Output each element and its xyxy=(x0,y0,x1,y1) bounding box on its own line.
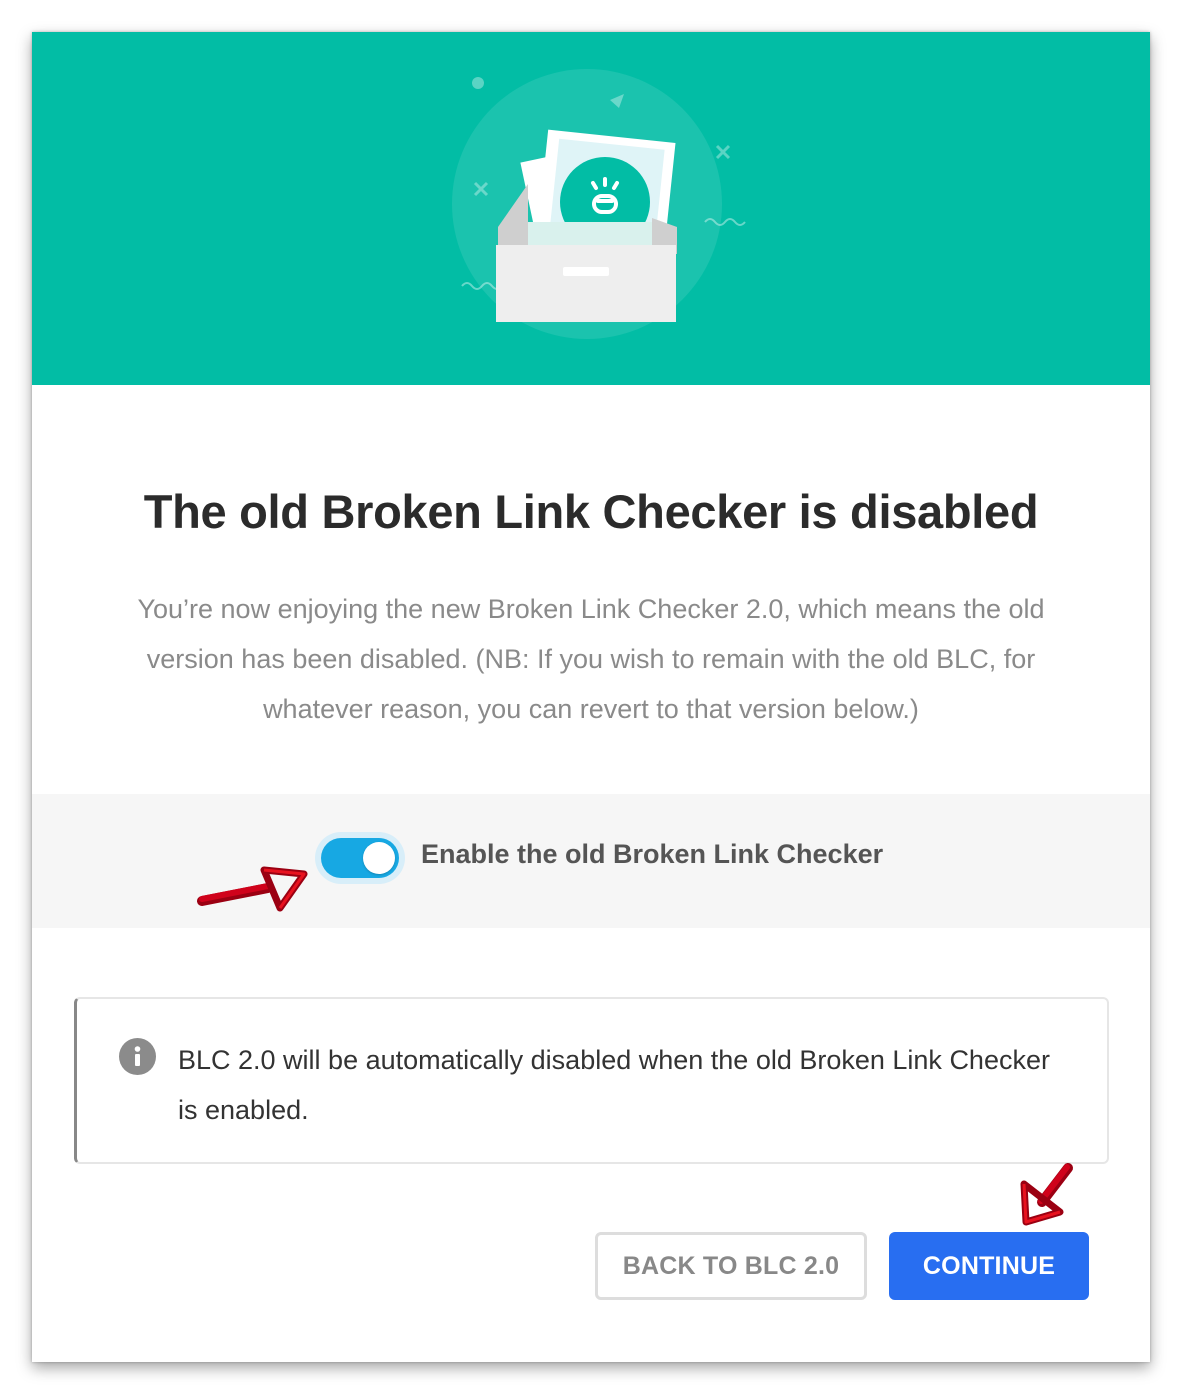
notice-text: BLC 2.0 will be automatically disabled w… xyxy=(178,1045,1050,1125)
toggle-track xyxy=(321,838,399,878)
page-title: The old Broken Link Checker is disabled xyxy=(143,485,1039,538)
back-to-blc2-button[interactable]: BACK TO BLC 2.0 xyxy=(595,1232,867,1300)
enable-old-blc-toggle[interactable] xyxy=(315,832,405,884)
info-icon xyxy=(119,1038,156,1075)
toggle-knob xyxy=(363,842,395,874)
annotation-arrow-continue-icon xyxy=(1020,1163,1073,1226)
toggle-label[interactable]: Enable the old Broken Link Checker xyxy=(421,839,883,870)
hero-banner xyxy=(32,32,1150,385)
dialog: The old Broken Link Checker is disabled … xyxy=(32,32,1150,1362)
description-text: You’re now enjoying the new Broken Link … xyxy=(137,594,1045,724)
annotation-arrow-toggle-icon xyxy=(197,866,308,912)
info-notice: BLC 2.0 will be automatically disabled w… xyxy=(74,997,1109,1164)
archive-box-illustration xyxy=(452,69,746,339)
continue-button[interactable]: CONTINUE xyxy=(889,1232,1089,1300)
